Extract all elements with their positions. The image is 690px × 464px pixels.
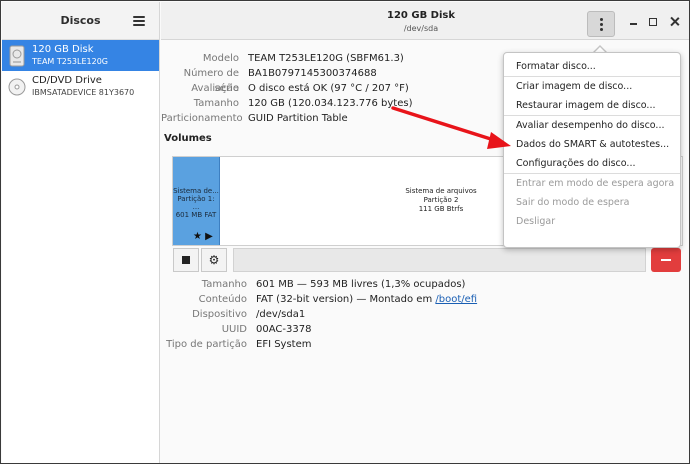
detail-label: Tamanho (201, 279, 247, 290)
minimize-icon[interactable] (629, 17, 639, 27)
detail-label: UUID (221, 324, 247, 335)
unmount-button[interactable] (173, 248, 199, 272)
menu-item-standby-now: Entrar em modo de espera agora (516, 178, 675, 189)
disk-model: TEAM T253LE120G (32, 56, 108, 66)
menu-item-restore-image[interactable]: Restaurar imagem de disco... (504, 96, 680, 115)
delete-partition-button[interactable] (651, 248, 681, 272)
detail-row-device: Dispositivo /dev/sda1 (161, 307, 501, 322)
menu-item-benchmark[interactable]: Avaliar desempenho do disco... (504, 116, 680, 135)
info-row-partitioning: Particionamento GUID Partition Table (161, 111, 501, 126)
detail-value: 00AC-3378 (256, 324, 312, 335)
info-label: Modelo (202, 53, 239, 64)
menu-item-power-off: Desligar (516, 216, 556, 227)
info-value: O disco está OK (97 °C / 207 °F) (248, 83, 409, 94)
minus-icon (661, 259, 671, 261)
hard-disk-icon (9, 45, 25, 66)
detail-row-uuid: UUID 00AC-3378 (161, 322, 501, 337)
sidebar-header: Discos (2, 2, 159, 40)
menu-item-drive-settings[interactable]: Configurações do disco... (504, 154, 680, 173)
info-label: Particionamento (161, 113, 243, 124)
detail-row-size: Tamanho 601 MB — 593 MB livres (1,3% ocu… (161, 277, 501, 292)
disk-info: Modelo TEAM T253LE120G (SBFM61.3) Número… (161, 51, 501, 126)
detail-label: Tipo de partição (166, 339, 247, 350)
optical-disc-icon (8, 78, 26, 95)
info-label: Avaliação (191, 83, 239, 94)
detail-value: /dev/sda1 (256, 309, 306, 320)
info-value: 120 GB (120.034.123.776 bytes) (248, 98, 413, 109)
detail-label: Dispositivo (192, 309, 247, 320)
menu-item-smart-data[interactable]: Dados do SMART & autotestes... (504, 135, 680, 154)
partition-1-number: Partição 1: ... (177, 195, 215, 211)
menu-item-format-disk[interactable]: Formatar disco... (504, 57, 680, 76)
close-icon[interactable] (670, 17, 680, 27)
maximize-icon[interactable] (649, 18, 657, 26)
info-row-size: Tamanho 120 GB (120.034.123.776 bytes) (161, 96, 501, 111)
disks-window: Discos 120 GB Disk TEAM T253LE120G CD/DV… (0, 0, 690, 464)
sidebar-title: Discos (60, 14, 101, 27)
header-bar: 120 GB Disk /dev/sda (161, 2, 689, 40)
gears-icon: ⚙ (208, 253, 220, 267)
disk-menu: Formatar disco... Criar imagem de disco.… (503, 52, 681, 248)
info-row-assessment: Avaliação O disco está OK (97 °C / 207 °… (161, 81, 501, 96)
partition-1-fs: Sistema de... (173, 187, 219, 195)
detail-row-content: Conteúdo FAT (32-bit version) — Montado … (161, 292, 501, 307)
detail-value: 601 MB — 593 MB livres (1,3% ocupados) (256, 279, 466, 290)
detail-value: FAT (32-bit version) — Montado em /boot/… (256, 292, 477, 307)
info-label: Tamanho (193, 98, 239, 109)
partition-details: Tamanho 601 MB — 593 MB livres (1,3% ocu… (161, 277, 501, 352)
sidebar-item-cd-dvd-drive[interactable]: CD/DVD Drive IBMSATADEVICE 81Y3670 (2, 71, 159, 102)
stop-icon (182, 256, 190, 264)
hamburger-icon[interactable] (133, 16, 145, 26)
vertical-dots-icon[interactable] (587, 11, 615, 37)
menu-item-wake-up: Sair do modo de espera (516, 197, 630, 208)
menu-item-create-image[interactable]: Criar imagem de disco... (504, 77, 680, 96)
detail-row-type: Tipo de partição EFI System (161, 337, 501, 352)
content-text: FAT (32-bit version) — Montado em (256, 294, 436, 305)
detail-label: Conteúdo (198, 294, 247, 305)
info-value: GUID Partition Table (248, 113, 348, 124)
detail-value: EFI System (256, 339, 312, 350)
info-value: TEAM T253LE120G (SBFM61.3) (248, 53, 404, 64)
info-value: BA1B0797145300374688 (248, 68, 377, 79)
sidebar-item-120gb-disk[interactable]: 120 GB Disk TEAM T253LE120G (2, 40, 159, 71)
volume-toolbar-space (233, 248, 646, 272)
info-row-model: Modelo TEAM T253LE120G (SBFM61.3) (161, 51, 501, 66)
partition-1-markers: ★ ▶ (193, 231, 213, 242)
partition-1[interactable]: Sistema de... Partição 1: ... 601 MB FAT… (173, 157, 220, 245)
partition-settings-button[interactable]: ⚙ (201, 248, 227, 272)
drive-model: IBMSATADEVICE 81Y3670 (32, 87, 135, 97)
partition-1-size: 601 MB FAT (175, 211, 217, 219)
info-label: Número de série (183, 68, 239, 94)
sidebar: Discos 120 GB Disk TEAM T253LE120G CD/DV… (2, 2, 160, 463)
info-row-serial: Número de série BA1B0797145300374688 (161, 66, 501, 94)
volumes-heading: Volumes (164, 133, 212, 144)
drive-name: CD/DVD Drive (32, 74, 102, 86)
mount-point-link[interactable]: /boot/efi (435, 294, 477, 305)
disk-name: 120 GB Disk (32, 43, 94, 55)
